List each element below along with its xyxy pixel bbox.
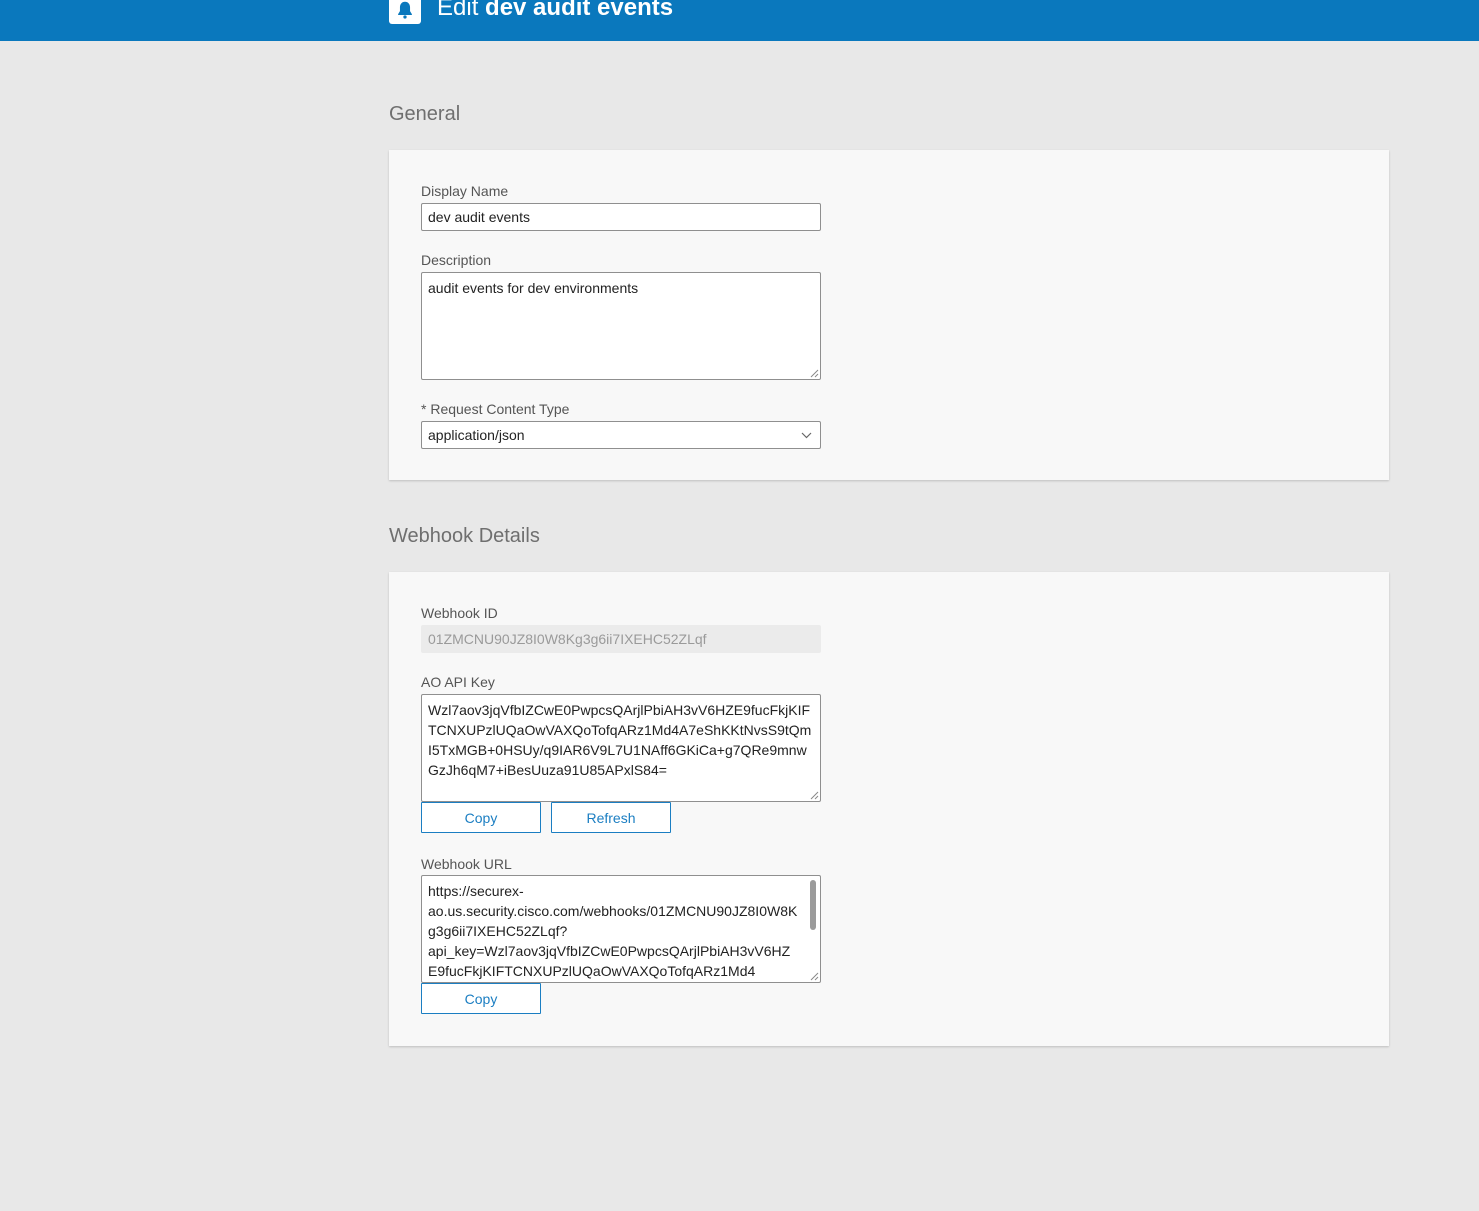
header-bar: Edit dev audit events: [0, 0, 1479, 41]
webhook-url-label: Webhook URL: [421, 856, 512, 872]
description-textarea[interactable]: audit events for dev environments: [421, 272, 821, 380]
webhook-id-label: Webhook ID: [421, 605, 498, 621]
display-name-label: Display Name: [421, 183, 509, 199]
webhook-card: Webhook ID 01ZMCNU90JZ8I0W8Kg3g6ii7IXEHC…: [389, 572, 1389, 1046]
api-key-textarea[interactable]: Wzl7aov3jqVfbIZCwE0PwpcsQArjlPbiAH3vV6HZ…: [421, 694, 821, 802]
page-title-name: dev audit events: [485, 0, 674, 21]
resize-handle-icon[interactable]: [810, 369, 819, 378]
copy-webhook-url-button[interactable]: Copy: [421, 983, 541, 1014]
general-card: Display Name dev audit events Descriptio…: [389, 150, 1389, 480]
scrollbar-thumb[interactable]: [810, 880, 816, 930]
webhook-url-text: https://securex- ao.us.security.cisco.co…: [428, 883, 798, 979]
resize-handle-icon[interactable]: [810, 972, 819, 981]
description-text: audit events for dev environments: [428, 280, 639, 296]
section-title-general: General: [389, 103, 461, 125]
page-title-prefix: Edit: [437, 0, 479, 21]
display-name-input[interactable]: dev audit events: [421, 203, 821, 231]
api-key-text: Wzl7aov3jqVfbIZCwE0PwpcsQArjlPbiAH3vV6HZ…: [428, 702, 812, 778]
resize-handle-icon[interactable]: [810, 791, 819, 800]
content-type-value: application/json: [428, 427, 525, 443]
webhook-url-textarea[interactable]: https://securex- ao.us.security.cisco.co…: [421, 875, 821, 983]
description-label: Description: [421, 252, 492, 268]
content-type-select[interactable]: application/json: [421, 421, 821, 449]
page-title: Edit dev audit events: [437, 0, 673, 23]
api-key-label: AO API Key: [421, 674, 495, 690]
content-type-label: * Request Content Type: [421, 401, 570, 417]
section-title-webhook: Webhook Details: [389, 525, 540, 547]
refresh-api-key-button[interactable]: Refresh: [551, 802, 671, 833]
bell-icon: [389, 0, 421, 24]
copy-api-key-button[interactable]: Copy: [421, 802, 541, 833]
chevron-down-icon: [801, 432, 812, 439]
webhook-id-field: 01ZMCNU90JZ8I0W8Kg3g6ii7IXEHC52ZLqf: [421, 625, 821, 653]
